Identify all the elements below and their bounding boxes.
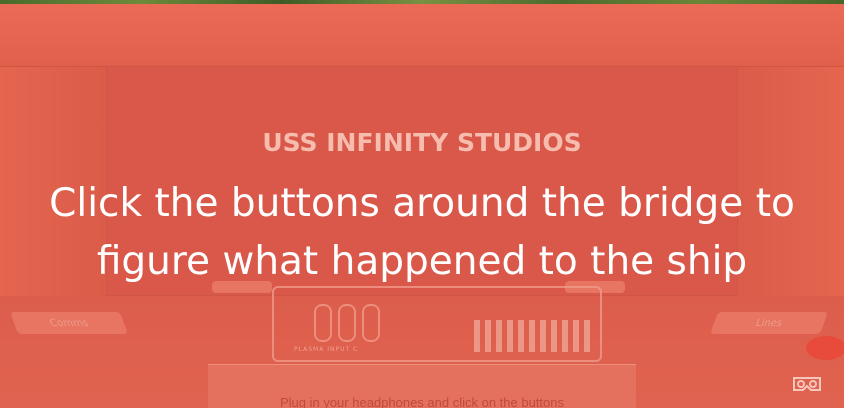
headline-line-2: figure what happened to the ship [96, 239, 748, 284]
headline-line-1: Click the buttons around the bridge to [49, 181, 795, 226]
studio-name: USS INFINITY STUDIOS [262, 128, 582, 157]
headline: Click the buttons around the bridge to f… [0, 175, 844, 291]
intro-overlay: USS INFINITY STUDIOS Click the buttons a… [0, 0, 844, 408]
